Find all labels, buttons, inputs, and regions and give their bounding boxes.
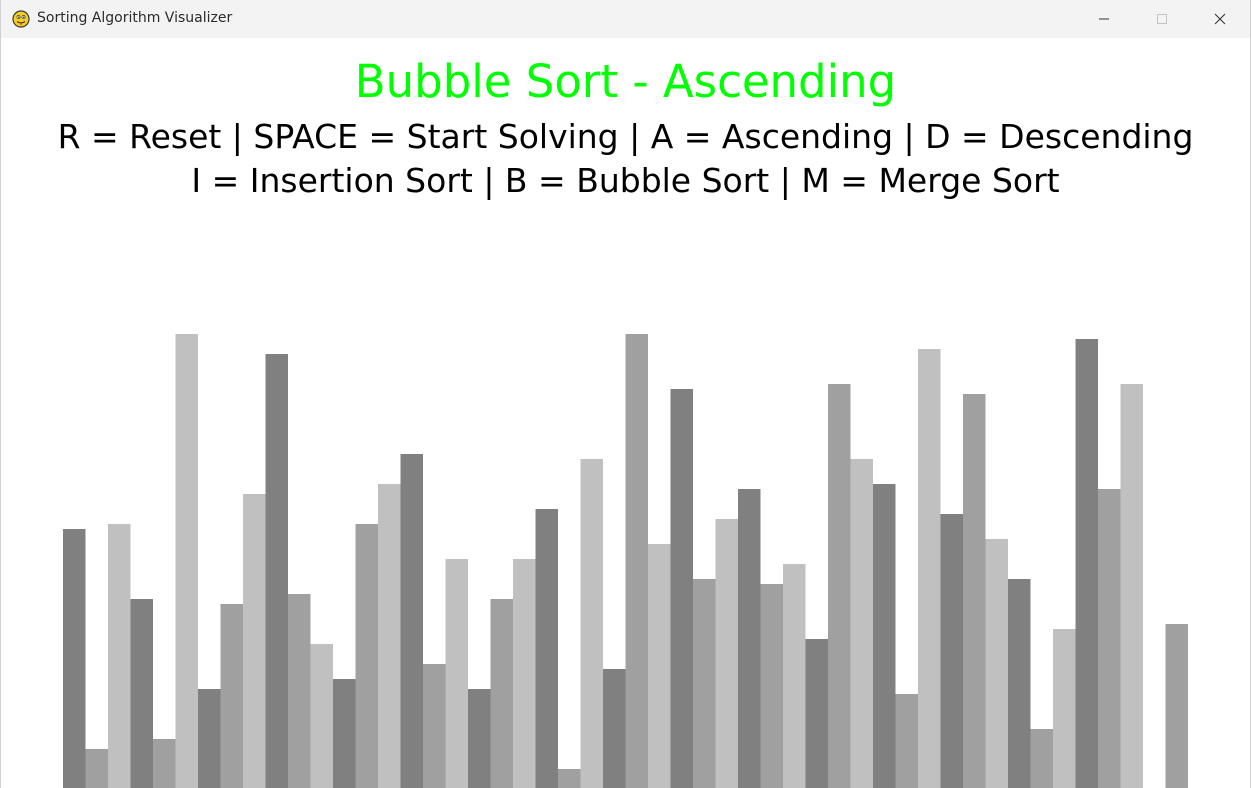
bar-19 [490,599,513,788]
bar-43 [1030,729,1053,788]
bar-37 [895,694,918,788]
bar-20 [513,559,536,788]
bar-34 [828,384,851,788]
bar-35 [850,459,873,788]
bar-1 [85,749,108,788]
bar-36 [873,484,896,788]
bar-8 [243,494,266,788]
minimize-icon [1098,13,1110,25]
bar-chart [63,334,1188,788]
bar-2 [108,524,131,788]
pygame-snake-icon [11,9,31,29]
bar-27 [670,389,693,788]
bar-39 [940,514,963,788]
bar-4 [153,739,176,788]
visualizer-canvas[interactable]: Bubble Sort - Ascending R = Reset | SPAC… [1,38,1250,788]
bar-49 [1165,624,1188,788]
bar-28 [693,579,716,788]
bar-41 [985,539,1008,788]
bar-33 [805,639,828,788]
bar-11 [310,644,333,788]
minimize-button[interactable] [1075,0,1133,38]
bar-40 [963,394,986,788]
bar-9 [265,354,288,788]
bar-26 [648,544,671,788]
bar-31 [760,584,783,788]
bar-6 [198,689,221,788]
bar-0 [63,529,86,788]
bar-10 [288,594,311,788]
bar-24 [603,669,626,788]
bar-47 [1120,384,1143,788]
bar-14 [378,484,401,788]
maximize-icon [1156,13,1168,25]
bar-38 [918,349,941,788]
bar-25 [625,334,648,788]
bar-7 [220,604,243,788]
bar-18 [468,689,491,788]
bar-46 [1098,489,1121,788]
bar-21 [535,509,558,788]
bar-22 [558,769,581,788]
close-button[interactable] [1191,0,1249,38]
title-bar[interactable]: Sorting Algorithm Visualizer [1,0,1250,38]
bar-15 [400,454,423,788]
bar-23 [580,459,603,788]
bar-5 [175,334,198,788]
window-title: Sorting Algorithm Visualizer [37,10,233,26]
bar-42 [1008,579,1031,788]
bar-17 [445,559,468,788]
bar-16 [423,664,446,788]
bar-45 [1075,339,1098,788]
bar-32 [783,564,806,788]
bar-29 [715,519,738,788]
app-window: Sorting Algorithm Visualizer Bubble Sort… [0,0,1251,788]
bar-44 [1053,629,1076,788]
bar-12 [333,679,356,788]
bar-30 [738,489,761,788]
close-icon [1214,13,1226,25]
maximize-button[interactable] [1133,0,1191,38]
bar-3 [130,599,153,788]
bar-13 [355,524,378,788]
